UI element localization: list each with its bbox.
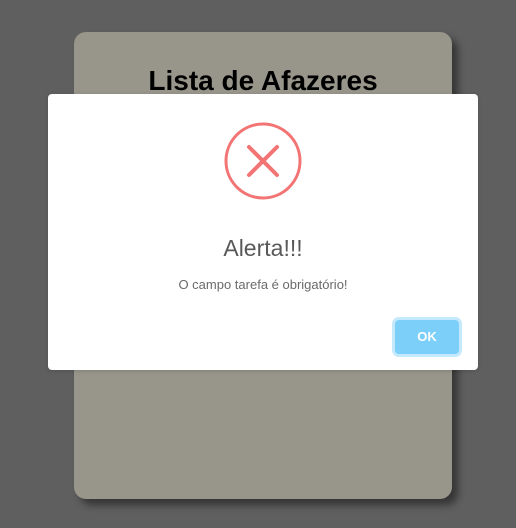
alert-modal: Alerta!!! O campo tarefa é obrigatório! … <box>48 94 478 370</box>
alert-title: Alerta!!! <box>223 235 303 261</box>
error-x-icon <box>224 122 302 200</box>
ok-button[interactable]: OK <box>395 320 459 354</box>
card-title: Lista de Afazeres <box>148 65 378 96</box>
alert-message: O campo tarefa é obrigatório! <box>178 277 348 292</box>
